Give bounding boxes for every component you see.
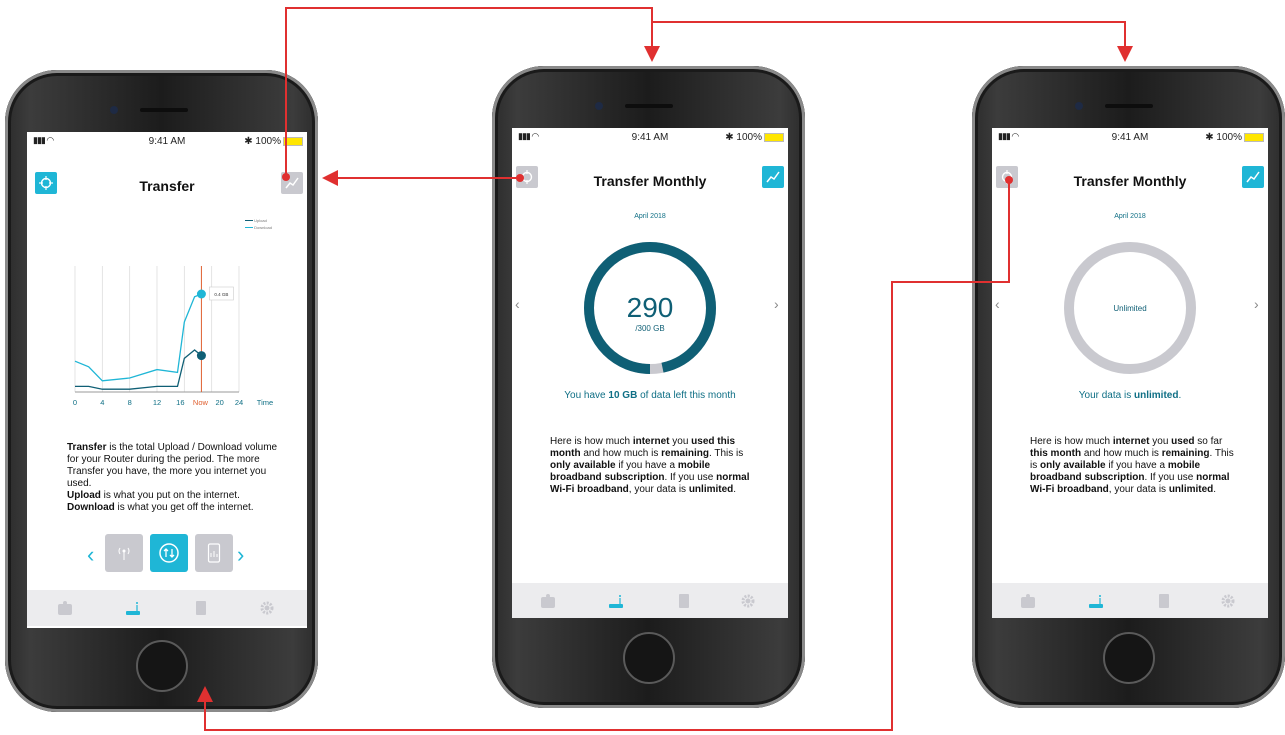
legend-upload: Upload: [245, 217, 272, 224]
speaker-grill: [625, 104, 673, 108]
x-tick-label: 12: [153, 398, 161, 407]
trend-chart-icon: [1246, 171, 1260, 183]
trend-chart-icon: [285, 177, 299, 189]
x-tick-label: Now: [193, 398, 209, 407]
battery-icon: [764, 132, 784, 142]
mode-transfer-button[interactable]: [150, 534, 188, 572]
x-tick-label: 16: [176, 398, 184, 407]
x-tick-label: 0: [73, 398, 77, 407]
series-point-upload[interactable]: [196, 351, 206, 361]
usage-description: Here is how much internet you used this …: [550, 436, 750, 495]
phone-icon: [207, 543, 221, 563]
screen-transfer: ▮▮▮ ◠ 9:41 AM ✱ 100% Transfer Upload Dow…: [27, 132, 307, 628]
x-tick-label: 4: [100, 398, 104, 407]
chart-view-button[interactable]: [762, 166, 784, 188]
x-tick-label: 24: [235, 398, 243, 407]
tab-home-icon[interactable]: [1020, 593, 1036, 609]
period-label: April 2018: [634, 213, 666, 220]
mode-device-button[interactable]: [195, 534, 233, 572]
bluetooth-icon: ✱: [244, 136, 256, 147]
tab-bar: [512, 583, 788, 618]
phone-frame-3: ▮▮▮ ◠ 9:41 AM ✱ 100% Transfer Monthly Ap…: [972, 66, 1285, 708]
trend-chart-icon: [766, 171, 780, 183]
transfer-icon: [159, 543, 179, 563]
tab-settings-icon[interactable]: [740, 593, 756, 609]
battery-indicator: ✱ 100%: [725, 132, 784, 143]
chart-view-button[interactable]: [1242, 166, 1264, 188]
mode-radio-button[interactable]: [105, 534, 143, 572]
front-camera: [595, 102, 603, 110]
tab-settings-icon[interactable]: [1220, 593, 1236, 609]
chart-view-button[interactable]: [281, 172, 303, 194]
svg-text:0.4 GB: 0.4 GB: [214, 292, 228, 297]
unlimited-message: Your data is unlimited.: [1078, 390, 1182, 401]
page-title: Transfer Monthly: [593, 173, 707, 189]
series-line-upload: [75, 349, 202, 390]
remaining-message: You have 10 GB of data left this month: [564, 390, 736, 401]
speaker-grill: [1105, 104, 1153, 108]
status-bar: ▮▮▮ ◠ 9:41 AM ✱ 100%: [992, 128, 1268, 146]
unlimited-label: Unlimited: [1113, 304, 1147, 313]
tab-home-icon[interactable]: [57, 600, 73, 616]
x-axis-label: Time: [257, 398, 273, 407]
tab-device-icon[interactable]: [1156, 593, 1172, 609]
battery-icon: [283, 136, 303, 146]
period-label: April 2018: [1114, 213, 1146, 220]
page-title: Transfer Monthly: [1073, 173, 1187, 189]
usage-description: Here is how much internet you used so fa…: [1030, 436, 1234, 495]
tab-settings-icon[interactable]: [259, 600, 275, 616]
phone-frame-1: ▮▮▮ ◠ 9:41 AM ✱ 100% Transfer Upload Dow…: [5, 70, 318, 712]
tab-bar: [992, 583, 1268, 618]
screen-transfer-monthly: ▮▮▮ ◠ 9:41 AM ✱ 100% Transfer Monthly Ap…: [512, 128, 788, 618]
battery-indicator: ✱ 100%: [1205, 132, 1264, 143]
speaker-grill: [140, 108, 188, 112]
radio-icon: [118, 547, 130, 560]
battery-icon: [1244, 132, 1264, 142]
tab-router-icon[interactable]: [125, 600, 141, 616]
bluetooth-icon: ✱: [725, 132, 737, 143]
value-tooltip: 0.4 GB: [209, 286, 234, 301]
tab-router-icon[interactable]: [1088, 593, 1104, 609]
page-title: Transfer: [139, 178, 195, 194]
next-arrow[interactable]: ›: [237, 542, 244, 568]
series-point-download[interactable]: [196, 289, 206, 299]
usage-total: /300 GB: [635, 324, 665, 333]
tab-bar: [27, 590, 307, 626]
x-tick-label: 8: [128, 398, 132, 407]
status-bar: ▮▮▮ ◠ 9:41 AM ✱ 100%: [512, 128, 788, 146]
phone-frame-2: ▮▮▮ ◠ 9:41 AM ✱ 100% Transfer Monthly Ap…: [492, 66, 805, 708]
x-tick-label: 20: [215, 398, 223, 407]
legend-download: Download: [245, 224, 272, 231]
chart-legend: Upload Download: [245, 217, 272, 231]
home-button[interactable]: [623, 632, 675, 684]
prev-arrow[interactable]: ‹: [87, 542, 94, 568]
home-button[interactable]: [1103, 632, 1155, 684]
screen-transfer-monthly-unlimited: ▮▮▮ ◠ 9:41 AM ✱ 100% Transfer Monthly Ap…: [992, 128, 1268, 618]
usage-value: 290: [626, 292, 674, 323]
transfer-chart: 0.4 GB 0 4 8 12 16 Now 20 24 Time: [73, 266, 273, 407]
bluetooth-icon: ✱: [1205, 132, 1217, 143]
front-camera: [110, 106, 118, 114]
tab-home-icon[interactable]: [540, 593, 556, 609]
home-button[interactable]: [136, 640, 188, 692]
front-camera: [1075, 102, 1083, 110]
battery-indicator: ✱ 100%: [244, 136, 303, 147]
tab-device-icon[interactable]: [676, 593, 692, 609]
tab-router-icon[interactable]: [608, 593, 624, 609]
transfer-description: Transfer is the total Upload / Download …: [67, 442, 278, 513]
tab-device-icon[interactable]: [193, 600, 209, 616]
status-bar: ▮▮▮ ◠ 9:41 AM ✱ 100%: [27, 132, 307, 150]
